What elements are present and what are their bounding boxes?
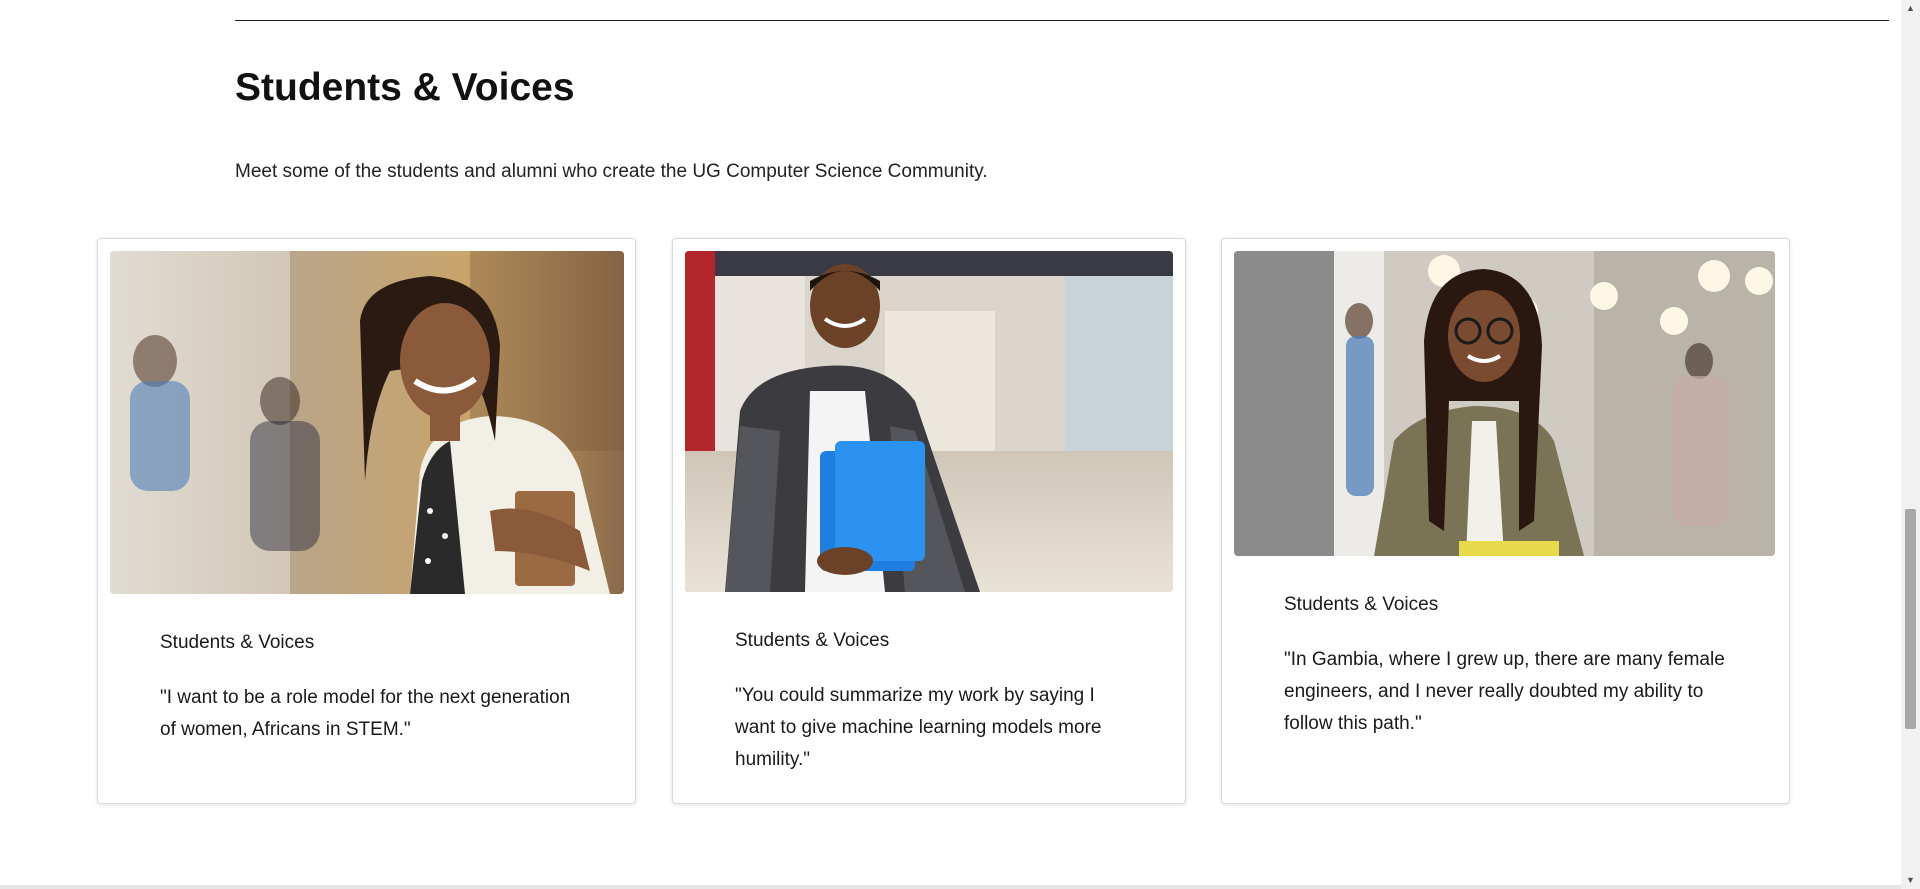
student-card-3-body: Students & Voices "In Gambia, where I gr… — [1284, 592, 1739, 740]
student-photo-1 — [110, 251, 624, 594]
scrollbar-thumb[interactable] — [1905, 509, 1916, 729]
triangle-up-icon[interactable]: ▲ — [1901, 0, 1920, 17]
card-kicker: Students & Voices — [1284, 594, 1439, 615]
student-photo-1-image — [110, 251, 624, 594]
student-photo-2 — [685, 251, 1173, 592]
student-card-2[interactable]: Students & Voices "You could summarize m… — [672, 238, 1186, 804]
student-photo-2-image — [685, 251, 1173, 592]
vertical-scrollbar[interactable]: ▲ ▼ — [1901, 0, 1920, 889]
student-card-3[interactable]: Students & Voices "In Gambia, where I gr… — [1221, 238, 1790, 804]
section-title: Students & Voices — [235, 66, 575, 109]
student-photo-3 — [1234, 251, 1775, 556]
card-quote: "In Gambia, where I grew up, there are m… — [1284, 649, 1725, 734]
card-kicker: Students & Voices — [160, 632, 315, 653]
page: Students & Voices Meet some of the stude… — [0, 0, 1920, 889]
card-quote: "You could summarize my work by saying I… — [735, 685, 1102, 770]
student-card-1-body: Students & Voices "I want to be a role m… — [160, 630, 585, 746]
card-kicker: Students & Voices — [735, 630, 890, 651]
card-quote: "I want to be a role model for the next … — [160, 687, 571, 740]
footer-edge — [0, 885, 1901, 889]
student-card-2-body: Students & Voices "You could summarize m… — [735, 628, 1135, 776]
section-intro: Meet some of the students and alumni who… — [235, 161, 988, 182]
student-photo-3-image — [1234, 251, 1775, 556]
section-divider — [235, 20, 1889, 21]
triangle-down-icon[interactable]: ▼ — [1901, 872, 1920, 889]
student-card-1[interactable]: Students & Voices "I want to be a role m… — [97, 238, 636, 804]
